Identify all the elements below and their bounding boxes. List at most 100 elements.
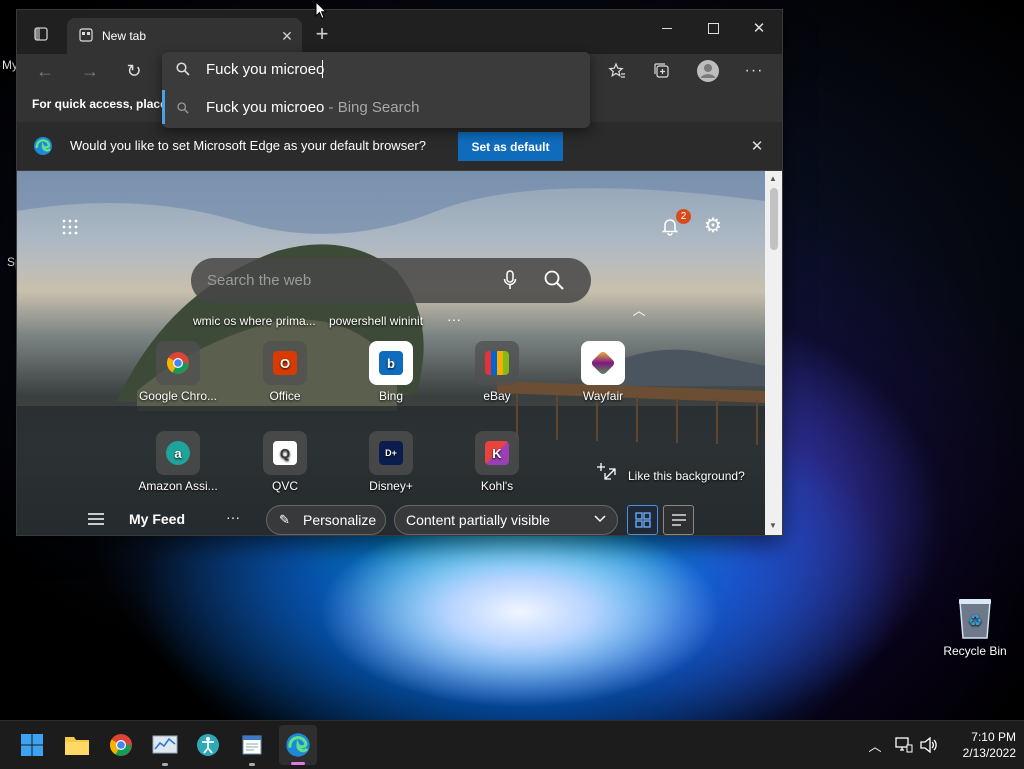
- collapse-chevron-up-icon[interactable]: ︿: [629, 301, 649, 318]
- feed-menu-hamburger-icon[interactable]: [85, 509, 107, 529]
- quick-link-tile[interactable]: b Bing: [351, 341, 431, 403]
- mouse-pointer-icon: [315, 0, 328, 25]
- suggestion-item[interactable]: Fuck you microeo - Bing Search: [162, 90, 593, 124]
- clock[interactable]: 7:10 PM 2/13/2022: [946, 729, 1016, 761]
- quick-link-tile[interactable]: a Amazon Assi...: [138, 431, 218, 493]
- quick-link-tile[interactable]: eBay: [457, 341, 537, 403]
- ebay-icon: [475, 341, 519, 385]
- quick-link-label: Wayfair: [582, 389, 624, 403]
- quick-link-label: Disney+: [369, 479, 413, 493]
- new-tab-plus-icon[interactable]: +: [312, 21, 332, 46]
- minimize-icon[interactable]: [657, 18, 677, 38]
- notification-count-badge: 2: [676, 209, 691, 224]
- start-windows-icon[interactable]: [16, 729, 48, 761]
- notepad-app-icon[interactable]: [236, 729, 268, 766]
- default-browser-infobar: Would you like to set Microsoft Edge as …: [17, 122, 782, 171]
- expand-arrows-icon: [595, 461, 619, 488]
- quick-link-label: Kohl's: [480, 479, 514, 493]
- profile-avatar-icon[interactable]: [695, 58, 721, 84]
- infobar-message: Would you like to set Microsoft Edge as …: [70, 138, 426, 153]
- new-tab-favicon: [79, 28, 93, 45]
- quick-link-tile[interactable]: Q QVC: [245, 431, 325, 493]
- quick-link-label: QVC: [271, 479, 298, 493]
- personalize-button[interactable]: ✎ Personalize: [266, 505, 386, 535]
- suggestion-source: - Bing Search: [324, 99, 420, 116]
- set-as-default-button[interactable]: Set as default: [458, 132, 563, 161]
- chrome-icon: [156, 341, 200, 385]
- close-infobar-icon[interactable]: ✕: [747, 136, 767, 156]
- chevron-down-icon: [593, 511, 607, 530]
- grid-layout-icon[interactable]: [627, 505, 658, 535]
- wayfair-icon: [581, 341, 625, 385]
- favorites-icon[interactable]: [607, 61, 627, 81]
- quick-link-label: Amazon Assi...: [138, 479, 218, 493]
- favorites-bar-hint: For quick access, place y: [32, 97, 177, 111]
- microphone-icon[interactable]: [499, 269, 521, 291]
- scrollbar[interactable]: ▲ ▼: [765, 171, 782, 535]
- maximize-icon[interactable]: [703, 18, 723, 38]
- feed-more-icon[interactable]: ···: [226, 509, 240, 525]
- collections-icon[interactable]: [652, 61, 672, 81]
- scroll-up-arrow-icon[interactable]: ▲: [769, 174, 777, 183]
- qvc-icon: Q: [263, 431, 307, 475]
- scroll-down-arrow-icon[interactable]: ▼: [769, 521, 777, 530]
- text-cursor: [322, 60, 323, 78]
- page-settings-gear-icon[interactable]: ⚙: [701, 213, 725, 237]
- recent-search-2[interactable]: powershell wininit: [329, 314, 423, 328]
- file-explorer-icon[interactable]: [61, 729, 93, 761]
- desktop-icon-label-clipped: My: [2, 58, 18, 72]
- edge-logo-icon: [33, 136, 53, 161]
- amazon-icon: a: [156, 431, 200, 475]
- close-window-icon[interactable]: ✕: [749, 18, 769, 38]
- like-background-label: Like this background?: [628, 469, 745, 483]
- show-hidden-icons-chevron-icon[interactable]: ︿: [866, 736, 884, 754]
- performance-monitor-icon[interactable]: [149, 729, 181, 766]
- quick-link-label: Google Chro...: [138, 389, 218, 403]
- recycle-bin[interactable]: ♻ Recycle Bin: [940, 596, 1010, 658]
- web-search-placeholder: Search the web: [207, 272, 312, 289]
- suggestion-search-icon: [177, 101, 189, 119]
- title-bar: New tab ✕ + ✕: [17, 10, 782, 54]
- apps-grid-icon[interactable]: [60, 217, 80, 237]
- address-bar-dropdown: Fuck you microeo Fuck you microeo - Bing…: [162, 52, 590, 128]
- edge-taskbar-icon[interactable]: [279, 725, 317, 765]
- scrollbar-thumb[interactable]: [770, 188, 778, 250]
- tab-new-tab[interactable]: New tab ✕: [67, 18, 302, 54]
- volume-icon[interactable]: [918, 735, 940, 755]
- my-feed-tab[interactable]: My Feed: [129, 511, 185, 527]
- web-search-icon[interactable]: [543, 269, 565, 291]
- chrome-taskbar-icon[interactable]: [105, 729, 137, 761]
- web-search-box[interactable]: Search the web: [191, 258, 591, 303]
- disney-icon: D+: [369, 431, 413, 475]
- pencil-icon: ✎: [279, 512, 290, 527]
- network-icon[interactable]: [894, 735, 914, 755]
- content-visibility-dropdown[interactable]: Content partially visible: [394, 505, 618, 535]
- list-layout-icon[interactable]: [663, 505, 694, 535]
- quick-link-label: eBay: [483, 389, 511, 403]
- quick-link-tile[interactable]: Google Chro...: [138, 341, 218, 403]
- suggestion-query: Fuck you microeo: [206, 99, 325, 116]
- quick-link-tile[interactable]: D+ Disney+: [351, 431, 431, 493]
- back-arrow-icon[interactable]: ←: [35, 61, 55, 81]
- personalize-label: Personalize: [303, 512, 377, 528]
- close-tab-icon[interactable]: ✕: [279, 28, 295, 44]
- edge-window: New tab ✕ + ✕ ← → ↻ ··· For quick access…: [17, 10, 782, 535]
- clock-date: 2/13/2022: [962, 746, 1016, 760]
- recent-searches-more-icon[interactable]: ···: [447, 311, 461, 327]
- recent-search-1[interactable]: wmic os where prima...: [193, 314, 316, 328]
- settings-more-icon[interactable]: ···: [744, 61, 764, 81]
- quick-link-tile[interactable]: Wayfair: [563, 341, 643, 403]
- address-bar[interactable]: Fuck you microeo: [162, 52, 590, 86]
- quick-link-label: Bing: [378, 389, 404, 403]
- search-icon: [176, 62, 190, 81]
- tab-title: New tab: [102, 29, 147, 43]
- refresh-icon[interactable]: ↻: [124, 61, 144, 81]
- quick-link-tile[interactable]: O Office: [245, 341, 325, 403]
- notifications-bell-icon[interactable]: 2: [657, 209, 691, 239]
- quick-link-tile[interactable]: K Kohl's: [457, 431, 537, 493]
- tab-actions-icon[interactable]: [31, 24, 51, 44]
- forward-arrow-icon[interactable]: →: [80, 61, 100, 81]
- recycle-bin-label: Recycle Bin: [943, 644, 1007, 658]
- address-input-value[interactable]: Fuck you microeo: [206, 61, 324, 78]
- accessibility-app-icon[interactable]: [192, 729, 224, 761]
